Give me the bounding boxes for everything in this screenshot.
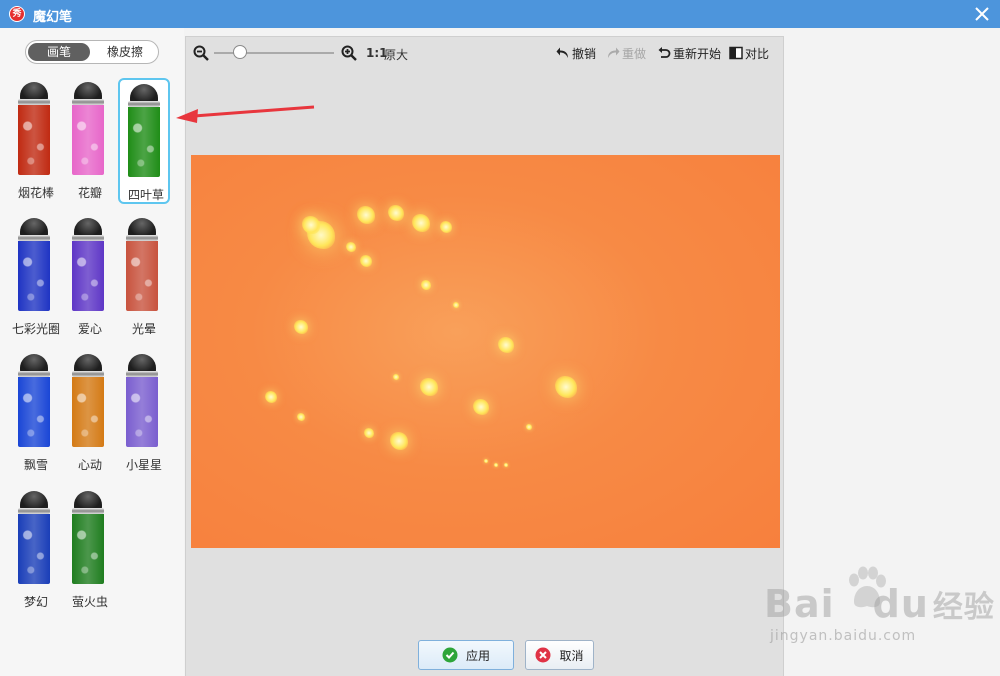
zoom-slider-track[interactable] (214, 52, 334, 54)
window-title: 魔幻笔 (33, 10, 73, 25)
brush-mode-button[interactable]: 画笔 (28, 43, 90, 61)
clover-sparkle (421, 280, 431, 290)
brush-label: 四叶草 (127, 188, 164, 202)
brush-body-icon (126, 241, 158, 311)
zoom-slider-thumb[interactable] (233, 45, 248, 59)
clover-sparkle (357, 206, 375, 224)
clover-sparkle (393, 374, 399, 380)
undo-button[interactable]: 撤销 (556, 45, 596, 61)
brush-cap-icon (128, 218, 156, 236)
clover-sparkle (364, 428, 374, 438)
brush-label: 小星星 (125, 458, 162, 472)
cancel-button[interactable]: 取消 (525, 640, 594, 670)
brush-cap-icon (74, 354, 102, 372)
apply-label: 应用 (465, 648, 490, 663)
clover-sparkle (388, 205, 404, 221)
brush-cap-icon (130, 84, 158, 102)
eraser-mode-button[interactable]: 橡皮擦 (94, 43, 156, 61)
redo-button[interactable]: 重做 (606, 45, 646, 61)
editor-toolbar: 1:1 原大 撤销 重做 重新开始 对比 (186, 37, 783, 69)
zoom-in-icon[interactable] (341, 45, 357, 61)
brush-label: 萤火虫 (71, 595, 108, 609)
close-icon (975, 7, 989, 21)
watermark-brand: Bai du 经验 (764, 582, 995, 626)
brush-panel: 画笔 橡皮擦 烟花棒 花瓣 四叶草 七彩光圈 爱心 光晕 飘雪 心动 小星星 梦幻 萤火虫 (0, 28, 184, 676)
brush-cap-icon (20, 491, 48, 509)
brush-item[interactable]: 小星星 (118, 350, 170, 476)
editor-area: 1:1 原大 撤销 重做 重新开始 对比 (185, 36, 784, 676)
compare-button[interactable]: 对比 (729, 45, 769, 61)
clover-sparkle (265, 391, 277, 403)
undo-label: 撤销 (572, 46, 597, 61)
brush-body-icon (18, 377, 50, 447)
clover-sparkle (420, 378, 438, 396)
clover-sparkle (526, 424, 532, 430)
baidu-watermark: Bai du 经验 jingyan.baidu.com (764, 566, 1000, 656)
brush-body-icon (126, 377, 158, 447)
redo-icon (608, 47, 620, 58)
brush-item[interactable]: 四叶草 (118, 78, 170, 204)
actual-size-button[interactable]: 原大 (384, 46, 408, 63)
clover-sparkle (390, 432, 408, 450)
brush-cap-icon (20, 218, 48, 236)
clover-sparkle (498, 337, 514, 353)
clover-sparkle (504, 463, 508, 467)
restart-button[interactable]: 重新开始 (657, 45, 721, 61)
clover-sparkle (494, 463, 498, 467)
brush-cap-icon (74, 491, 102, 509)
annotation-arrow-icon (176, 105, 315, 123)
apply-button[interactable]: 应用 (418, 640, 514, 670)
brush-cap-icon (20, 354, 48, 372)
restart-icon (658, 47, 671, 58)
brush-body-icon (72, 377, 104, 447)
clover-sparkle (294, 320, 308, 334)
brush-body-icon (18, 241, 50, 311)
brush-cap-icon (74, 82, 102, 100)
brush-body-icon (18, 105, 50, 175)
clover-sparkle (360, 255, 372, 267)
undo-icon (556, 47, 568, 58)
brush-body-icon (128, 107, 160, 177)
brush-cap-icon (128, 354, 156, 372)
clover-sparkle (297, 413, 305, 421)
clover-sparkle (440, 221, 452, 233)
compare-label: 对比 (745, 46, 770, 61)
zoom-out-icon[interactable] (193, 45, 209, 61)
mode-toggle: 画笔 橡皮擦 (25, 40, 159, 64)
cancel-label: 取消 (559, 648, 584, 663)
clover-sparkle (302, 216, 320, 234)
brush-body-icon (72, 241, 104, 311)
brush-cap-icon (74, 218, 102, 236)
brush-body-icon (18, 514, 50, 584)
watermark-url: jingyan.baidu.com (770, 628, 917, 644)
compare-icon (729, 46, 743, 60)
restart-label: 重新开始 (673, 46, 722, 61)
brush-label: 光晕 (131, 322, 156, 336)
drawing-canvas[interactable] (191, 155, 780, 548)
clover-sparkle (484, 459, 488, 463)
brush-body-icon (72, 514, 104, 584)
brush-cap-icon (20, 82, 48, 100)
check-circle-icon (442, 647, 458, 663)
brush-body-icon (72, 105, 104, 175)
title-bar: 秀 魔幻笔 (0, 0, 1000, 28)
clover-sparkle (473, 399, 489, 415)
clover-sparkle (453, 302, 459, 308)
clover-sparkle (412, 214, 430, 232)
close-circle-icon (535, 647, 551, 663)
clover-sparkle (555, 376, 577, 398)
clover-sparkle (346, 242, 356, 252)
redo-label: 重做 (622, 46, 647, 61)
app-icon: 秀 (9, 6, 25, 22)
brush-item[interactable]: 光晕 (118, 214, 170, 340)
brush-item[interactable]: 萤火虫 (64, 487, 116, 613)
close-button[interactable] (970, 2, 994, 26)
